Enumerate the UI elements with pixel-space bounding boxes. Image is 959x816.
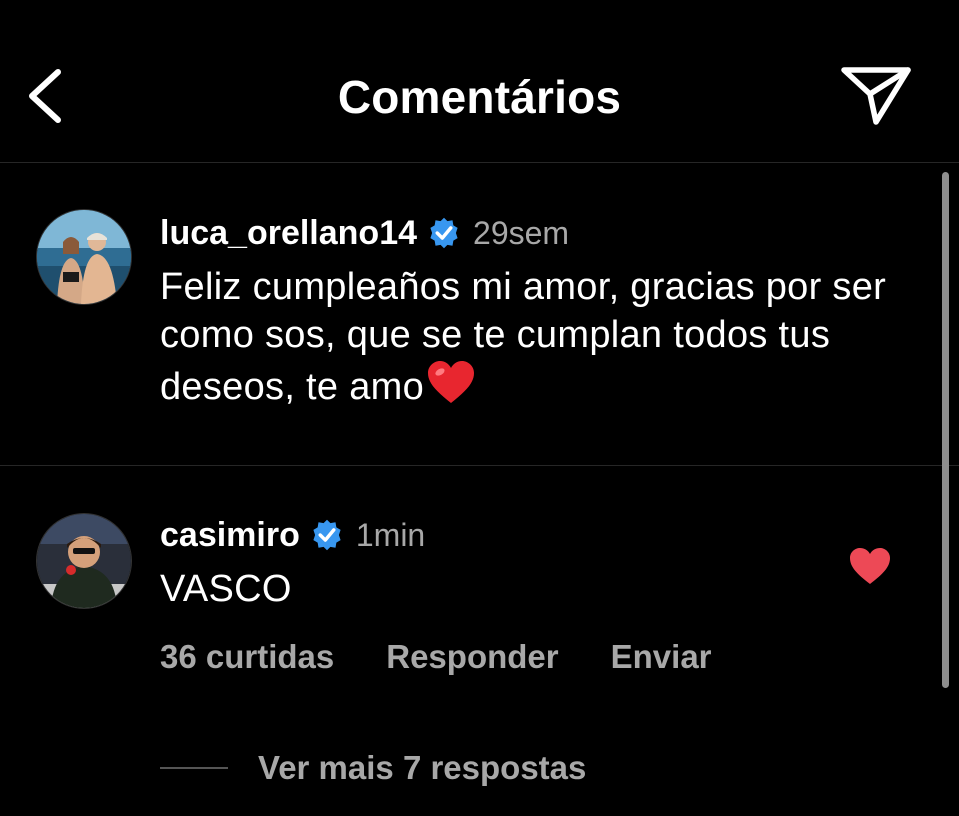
comment-meta: luca_orellano14 29sem [160,211,920,255]
avatar[interactable] [36,513,132,609]
replies-divider [160,767,228,769]
comment-time: 29sem [473,214,570,251]
avatar[interactable] [36,209,132,305]
red-heart-emoji [428,361,475,403]
like-button[interactable] [848,546,892,586]
page-title: Comentários [337,71,622,123]
username[interactable]: casimiro [160,516,300,555]
comment-body: casimiro 1min VASCO [160,513,840,613]
likes-count[interactable]: 36 curtidas [160,638,334,676]
view-more-replies-button[interactable]: Ver mais 7 respostas [160,749,586,787]
view-replies-label: Ver mais 7 respostas [258,749,587,786]
share-button[interactable] [838,64,914,128]
profile-photo [37,514,131,608]
top-bar: Comentários [0,0,959,163]
comment-body: luca_orellano14 29sem Feliz cumpleaños m… [160,211,920,411]
verified-badge-icon [430,217,458,249]
send-button[interactable]: Enviar [611,638,712,676]
comment-meta: casimiro 1min [160,513,840,557]
username[interactable]: luca_orellano14 [160,214,417,253]
comment-actions: 36 curtidas Responder Enviar [160,638,712,676]
comment-text-block: Feliz cumpleaños mi amor, gracias por se… [160,263,920,411]
verified-badge-icon [313,519,341,551]
profile-photo [37,210,131,304]
comment-text: VASCO [160,568,292,610]
comment-text: Feliz cumpleaños mi amor, gracias por se… [160,266,887,408]
paper-plane-icon [841,67,911,125]
caption-comment: luca_orellano14 29sem Feliz cumpleaños m… [0,163,959,466]
reply-comment: casimiro 1min VASCO 36 curtidas Responde… [0,466,959,816]
heart-filled-icon [850,548,890,584]
reply-button[interactable]: Responder [386,638,558,676]
scrollbar[interactable] [942,172,949,688]
comment-time: 1min [355,516,426,553]
